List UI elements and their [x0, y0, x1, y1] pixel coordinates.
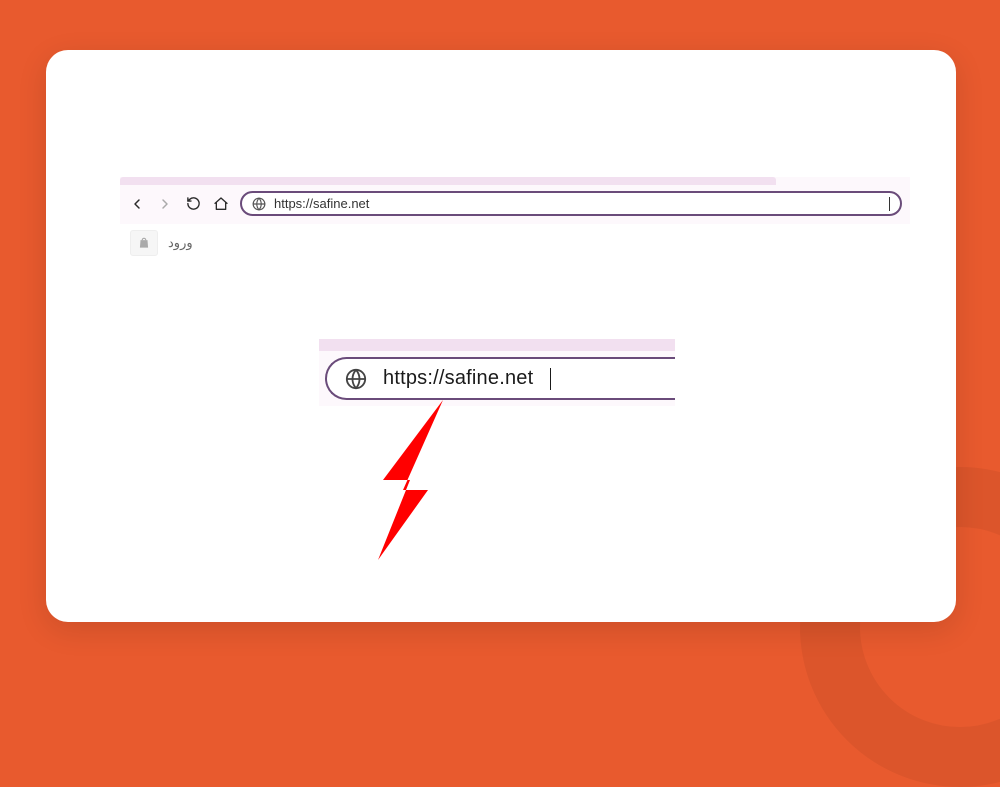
- back-button[interactable]: [128, 195, 146, 213]
- bookmarks-bar: ورود: [120, 224, 910, 266]
- text-caret: [550, 368, 551, 390]
- address-bar[interactable]: [240, 191, 902, 216]
- text-caret: [889, 197, 890, 211]
- address-input[interactable]: [274, 196, 885, 211]
- zoom-url-text: https://safine.net: [383, 367, 533, 390]
- screenshot-card: ورود https://safine.net: [46, 50, 956, 622]
- arrow-right-icon: [157, 196, 173, 212]
- bookmark-favicon[interactable]: [130, 230, 158, 256]
- browser-toolbar: [120, 185, 910, 224]
- globe-icon: [252, 197, 266, 211]
- forward-button[interactable]: [156, 195, 174, 213]
- home-icon: [213, 196, 229, 212]
- tab-strip-accent: [120, 177, 776, 185]
- browser-chrome: ورود: [120, 177, 910, 266]
- home-button[interactable]: [212, 195, 230, 213]
- bag-icon: [137, 236, 151, 250]
- bookmark-label[interactable]: ورود: [168, 235, 193, 251]
- arrow-left-icon: [129, 196, 145, 212]
- reload-button[interactable]: [184, 195, 202, 213]
- globe-icon: [345, 368, 367, 390]
- annotation-cursor-arrow-icon: [333, 390, 483, 580]
- reload-icon: [186, 196, 201, 211]
